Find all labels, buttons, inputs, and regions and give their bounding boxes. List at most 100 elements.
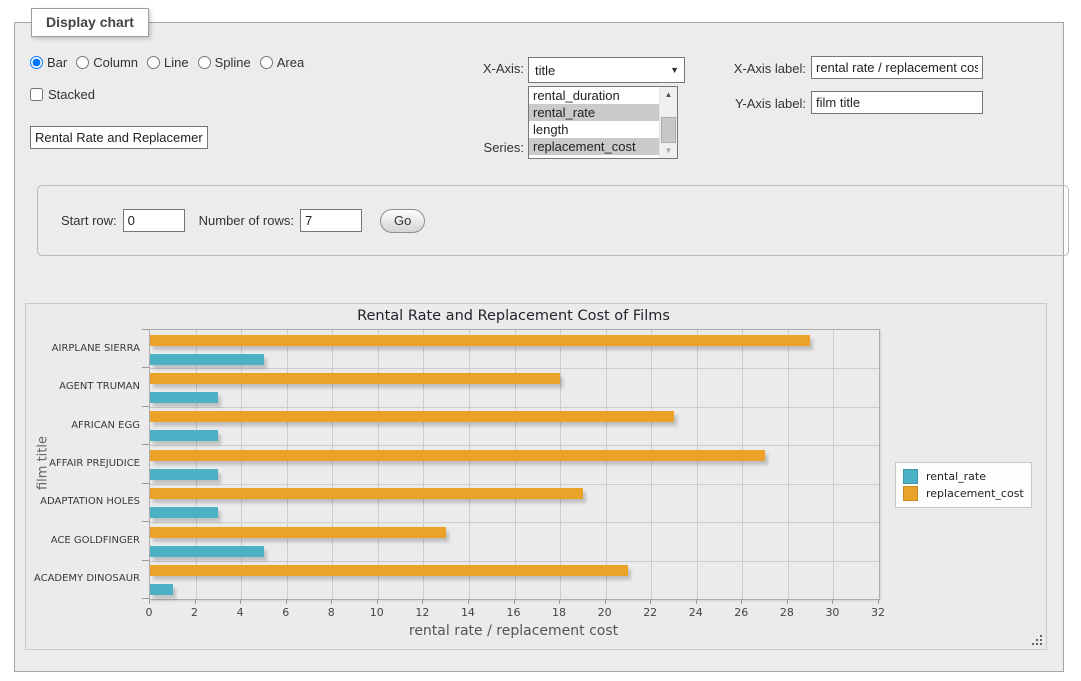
gridline-vertical bbox=[833, 330, 834, 599]
x-axis-tick-mark bbox=[468, 599, 469, 604]
x-tick-label: 2 bbox=[180, 606, 210, 619]
chart-type-option-area[interactable]: Area bbox=[260, 55, 304, 70]
y-axis-tick-mark bbox=[142, 560, 149, 561]
x-tick-label: 28 bbox=[772, 606, 802, 619]
legend-swatch-rental_rate bbox=[903, 469, 918, 484]
x-axis-tick-mark bbox=[331, 599, 332, 604]
bar-rental_rate bbox=[150, 546, 264, 557]
x-axis-tick-mark bbox=[195, 599, 196, 604]
chart-x-axis-title: rental rate / replacement cost bbox=[149, 623, 878, 639]
x-tick-label: 32 bbox=[863, 606, 893, 619]
chart-container: Rental Rate and Replacement Cost of Film… bbox=[25, 303, 1047, 650]
chart-type-option-column[interactable]: Column bbox=[76, 55, 138, 70]
x-tick-label: 10 bbox=[362, 606, 392, 619]
bar-replacement_cost bbox=[150, 373, 560, 384]
x-axis-tick-mark bbox=[605, 599, 606, 604]
stacked-checkbox-row: Stacked bbox=[30, 87, 95, 102]
radio-label-spline: Spline bbox=[215, 55, 251, 70]
chart-type-option-line[interactable]: Line bbox=[147, 55, 189, 70]
legend-label-rental_rate: rental_rate bbox=[926, 470, 986, 483]
x-axis-tick-mark bbox=[149, 599, 150, 604]
chart-type-option-spline[interactable]: Spline bbox=[198, 55, 251, 70]
series-option-replacement_cost[interactable]: replacement_cost bbox=[529, 138, 659, 155]
gridline-vertical bbox=[196, 330, 197, 599]
gridline-vertical bbox=[469, 330, 470, 599]
x-tick-label: 18 bbox=[544, 606, 574, 619]
bar-replacement_cost bbox=[150, 411, 674, 422]
gridline-vertical bbox=[651, 330, 652, 599]
x-tick-label: 20 bbox=[590, 606, 620, 619]
scroll-down-icon[interactable]: ▼ bbox=[660, 143, 677, 158]
radio-bar[interactable] bbox=[30, 56, 43, 69]
radio-label-line: Line bbox=[164, 55, 189, 70]
chart-type-option-bar[interactable]: Bar bbox=[30, 55, 67, 70]
radio-column[interactable] bbox=[76, 56, 89, 69]
gridline-vertical bbox=[788, 330, 789, 599]
stacked-checkbox[interactable] bbox=[30, 88, 43, 101]
y-tick-label: AGENT TRUMAN bbox=[26, 367, 140, 405]
x-axis-label-label: X-Axis label: bbox=[635, 61, 806, 76]
bar-replacement_cost bbox=[150, 335, 810, 346]
resize-grip-icon[interactable] bbox=[1031, 634, 1043, 646]
bar-replacement_cost bbox=[150, 565, 628, 576]
x-tick-labels: 02468101214161820222426283032 bbox=[149, 606, 878, 620]
fieldset-legend: Display chart bbox=[31, 8, 149, 37]
gridline-horizontal bbox=[150, 561, 879, 562]
y-axis-label-label: Y-Axis label: bbox=[635, 96, 806, 111]
go-button[interactable]: Go bbox=[380, 209, 425, 233]
x-axis-tick-mark bbox=[377, 599, 378, 604]
x-tick-label: 16 bbox=[499, 606, 529, 619]
radio-label-column: Column bbox=[93, 55, 138, 70]
y-tick-label: AIRPLANE SIERRA bbox=[26, 329, 140, 367]
gridline-vertical bbox=[332, 330, 333, 599]
scrollbar-thumb[interactable] bbox=[661, 117, 676, 143]
radio-area[interactable] bbox=[260, 56, 273, 69]
y-tick-label: ACE GOLDFINGER bbox=[26, 521, 140, 559]
x-axis-tick-mark bbox=[559, 599, 560, 604]
y-axis-label-input[interactable] bbox=[811, 91, 983, 114]
num-rows-input[interactable] bbox=[300, 209, 362, 232]
radio-label-bar: Bar bbox=[47, 55, 67, 70]
y-axis-tick-mark bbox=[142, 406, 149, 407]
legend-entry-rental_rate: rental_rate bbox=[903, 469, 1024, 484]
x-tick-label: 24 bbox=[681, 606, 711, 619]
bar-rental_rate bbox=[150, 354, 264, 365]
gridline-horizontal bbox=[150, 407, 879, 408]
x-tick-label: 0 bbox=[134, 606, 164, 619]
gridline-horizontal bbox=[150, 368, 879, 369]
start-row-input[interactable] bbox=[123, 209, 185, 232]
series-option-length[interactable]: length bbox=[529, 121, 659, 138]
x-axis-selected-value: title bbox=[535, 63, 555, 78]
x-axis-label-input[interactable] bbox=[811, 56, 983, 79]
legend-entry-replacement_cost: replacement_cost bbox=[903, 486, 1024, 501]
stacked-label: Stacked bbox=[48, 87, 95, 102]
bar-rental_rate bbox=[150, 392, 218, 403]
chart-legend: rental_rate replacement_cost bbox=[895, 462, 1032, 508]
x-axis-tick-mark bbox=[741, 599, 742, 604]
x-axis-tick-mark bbox=[286, 599, 287, 604]
x-tick-label: 12 bbox=[407, 606, 437, 619]
display-chart-fieldset: Display chart BarColumnLineSplineArea St… bbox=[14, 22, 1064, 672]
gridline-horizontal bbox=[150, 522, 879, 523]
x-axis-tick-mark bbox=[832, 599, 833, 604]
gridline-vertical bbox=[423, 330, 424, 599]
legend-label-replacement_cost: replacement_cost bbox=[926, 487, 1024, 500]
gridline-horizontal bbox=[150, 484, 879, 485]
x-tick-label: 30 bbox=[817, 606, 847, 619]
x-tick-label: 22 bbox=[635, 606, 665, 619]
series-select-label: Series: bbox=[440, 140, 524, 155]
chart-title-input[interactable] bbox=[30, 126, 208, 149]
y-axis-tick-mark bbox=[142, 483, 149, 484]
x-tick-label: 6 bbox=[271, 606, 301, 619]
x-axis-tick-mark bbox=[514, 599, 515, 604]
x-axis-tick-mark bbox=[878, 599, 879, 604]
x-axis-tick-mark bbox=[696, 599, 697, 604]
radio-line[interactable] bbox=[147, 56, 160, 69]
x-tick-label: 8 bbox=[316, 606, 346, 619]
gridline-vertical bbox=[606, 330, 607, 599]
x-axis-select-label: X-Axis: bbox=[440, 61, 524, 76]
radio-spline[interactable] bbox=[198, 56, 211, 69]
chart-type-radios: Bar Column Line Spline Area bbox=[30, 55, 313, 70]
y-axis-tick-mark bbox=[142, 598, 149, 599]
y-tick-label: AFRICAN EGG bbox=[26, 406, 140, 444]
